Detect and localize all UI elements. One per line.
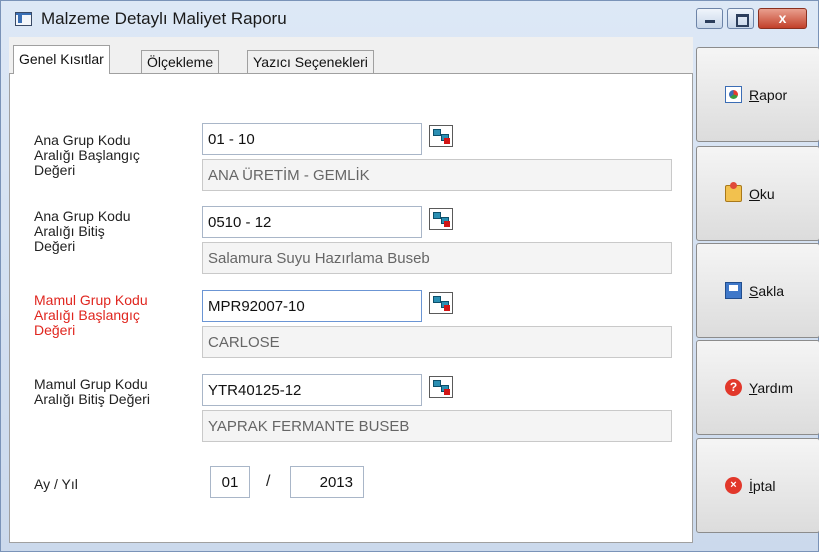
- iptal-button[interactable]: × İptal: [696, 438, 819, 533]
- yardim-button[interactable]: ? Yardım: [696, 340, 819, 435]
- ana-grup-bitis-description: Salamura Suyu Hazırlama Buseb: [202, 242, 672, 274]
- mamul-grup-bitis-code-input[interactable]: YTR40125-12: [202, 374, 422, 406]
- tab-strip: Genel Kısıtlar Ölçekleme Yazıcı Seçenekl…: [9, 37, 693, 74]
- tab-content: Ana Grup Kodu Aralığı Başlangıç Değeri 0…: [9, 73, 693, 543]
- help-icon: ?: [725, 379, 742, 396]
- minimize-button[interactable]: [696, 8, 723, 29]
- mamul-grup-baslangic-description: CARLOSE: [202, 326, 672, 358]
- tab-yazici-secenekleri[interactable]: Yazıcı Seçenekleri: [247, 50, 374, 73]
- ana-grup-bitis-lookup-button[interactable]: [429, 208, 453, 230]
- ana-grup-baslangic-label: Ana Grup Kodu Aralığı Başlangıç Değeri: [34, 132, 140, 178]
- main-panel: Genel Kısıtlar Ölçekleme Yazıcı Seçenekl…: [9, 37, 693, 543]
- period-separator: /: [266, 473, 271, 490]
- app-icon: [15, 12, 32, 26]
- mamul-grup-bitis-lookup-button[interactable]: [429, 376, 453, 398]
- period-label: Ay / Yıl: [34, 476, 78, 492]
- open-folder-icon: [725, 182, 742, 202]
- oku-button[interactable]: Oku: [696, 146, 819, 241]
- maximize-button[interactable]: [727, 8, 754, 29]
- title-bar[interactable]: Malzeme Detaylı Maliyet Raporu x: [1, 1, 818, 37]
- mamul-grup-baslangic-label: Mamul Grup Kodu Aralığı Başlangıç Değeri: [34, 292, 148, 338]
- mamul-grup-baslangic-lookup-button[interactable]: [429, 292, 453, 314]
- ana-grup-bitis-label: Ana Grup Kodu Aralığı Bitiş Değeri: [34, 208, 131, 254]
- sakla-button[interactable]: Sakla: [696, 243, 819, 338]
- tab-olcekleme[interactable]: Ölçekleme: [141, 50, 220, 73]
- month-input[interactable]: 01: [210, 466, 250, 498]
- year-input[interactable]: 2013: [290, 466, 364, 498]
- report-window: Malzeme Detaylı Maliyet Raporu x Genel K…: [0, 0, 819, 552]
- ana-grup-baslangic-code-input[interactable]: 01 - 10: [202, 123, 422, 155]
- save-icon: [725, 282, 742, 299]
- window-title: Malzeme Detaylı Maliyet Raporu: [41, 9, 287, 28]
- ana-grup-baslangic-lookup-button[interactable]: [429, 125, 453, 147]
- ana-grup-bitis-code-input[interactable]: 0510 - 12: [202, 206, 422, 238]
- mamul-grup-bitis-label: Mamul Grup Kodu Aralığı Bitiş Değeri: [34, 376, 150, 407]
- cancel-icon: ×: [725, 477, 742, 494]
- ana-grup-baslangic-description: ANA ÜRETİM - GEMLİK: [202, 159, 672, 191]
- tab-genel-kisitlar[interactable]: Genel Kısıtlar: [13, 45, 110, 74]
- close-button[interactable]: x: [758, 8, 807, 29]
- close-icon: x: [778, 10, 787, 26]
- mamul-grup-baslangic-code-input[interactable]: MPR92007-10: [202, 290, 422, 322]
- report-icon: [725, 86, 742, 103]
- mamul-grup-bitis-description: YAPRAK FERMANTE BUSEB: [202, 410, 672, 442]
- rapor-button[interactable]: Rapor: [696, 47, 819, 142]
